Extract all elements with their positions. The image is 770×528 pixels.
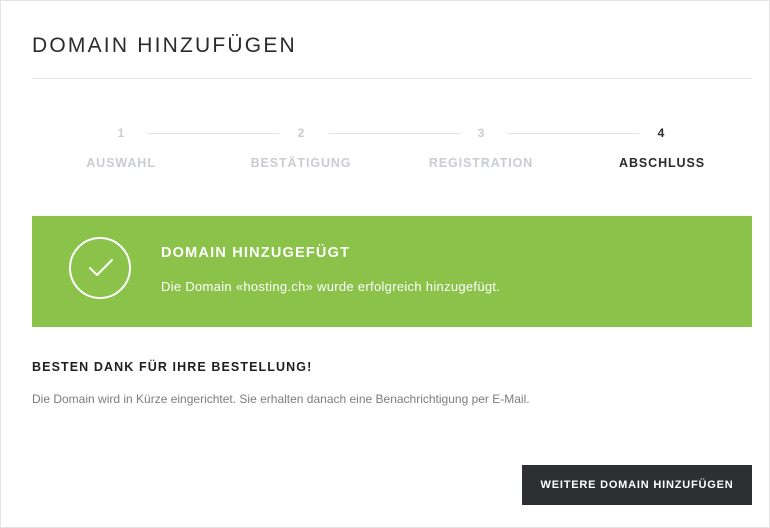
thanks-heading: BESTEN DANK FÜR IHRE BESTELLUNG! [32, 360, 313, 374]
step-label-auswahl: AUSWAHL [86, 156, 156, 170]
step-label-bestaetigung: BESTÄTIGUNG [250, 156, 352, 170]
setup-info-text: Die Domain wird in Kürze eingerichtet. S… [32, 392, 530, 406]
step-label-registration: REGISTRATION [428, 156, 534, 170]
page-title: DOMAIN HINZUFÜGEN [32, 34, 297, 57]
success-message: Die Domain «hosting.ch» wurde erfolgreic… [161, 279, 501, 294]
step-number-4: 4 [657, 126, 665, 140]
step-label-abschluss: ABSCHLUSS [619, 156, 705, 170]
stepper-connector [148, 133, 279, 134]
stepper-connector [329, 133, 460, 134]
success-title: DOMAIN HINZUGEFÜGT [161, 245, 351, 261]
checkmark-icon [69, 237, 131, 299]
step-number-3: 3 [477, 126, 485, 140]
stepper-connector [508, 133, 639, 134]
success-banner: DOMAIN HINZUGEFÜGT Die Domain «hosting.c… [32, 216, 752, 327]
add-domain-card: DOMAIN HINZUFÜGEN 1 2 3 4 AUSWAHL BESTÄT… [0, 0, 770, 528]
add-another-domain-button[interactable]: WEITERE DOMAIN HINZUFÜGEN [522, 465, 752, 505]
step-number-1: 1 [117, 126, 125, 140]
title-divider [32, 78, 752, 79]
step-number-2: 2 [297, 126, 305, 140]
